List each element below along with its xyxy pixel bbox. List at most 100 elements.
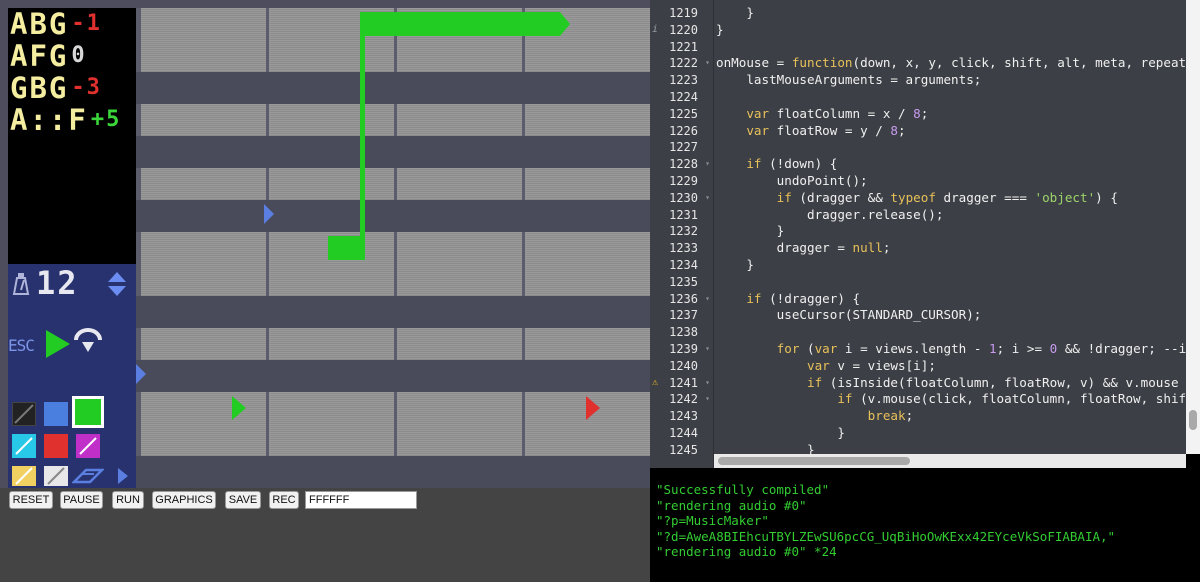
pencil-icon[interactable]: [44, 466, 68, 486]
code-line[interactable]: dragger.release();: [716, 207, 943, 224]
save-button[interactable]: SAVE: [225, 491, 261, 509]
code-line[interactable]: }: [716, 425, 845, 442]
grid-cell[interactable]: [269, 168, 394, 200]
code-line[interactable]: if (!dragger) {: [716, 291, 860, 308]
grid-cell[interactable]: [269, 392, 394, 456]
code-line[interactable]: if (dragger && typeof dragger === 'objec…: [716, 190, 1118, 207]
palette-swatch-magenta[interactable]: [76, 434, 100, 458]
loop-play-icon[interactable]: [72, 328, 104, 356]
line-number: 1241 ▾ ⚠: [652, 375, 710, 392]
grid-cell[interactable]: [397, 104, 522, 136]
line-number: 1238: [669, 325, 698, 340]
code-line[interactable]: dragger = null;: [716, 240, 891, 257]
sidebar: ABG -1 AFG 0 GBG -3 A::F +5 12 ESC: [8, 7, 136, 488]
code-line[interactable]: undoPoint();: [716, 173, 868, 190]
play-icon[interactable]: [46, 330, 70, 358]
line-number: 1222 ▾: [669, 55, 710, 72]
blue-marker-arrow[interactable]: [264, 204, 274, 224]
vertical-scrollbar[interactable]: [1186, 0, 1200, 454]
grid-cell[interactable]: [141, 104, 266, 136]
grid-cell[interactable]: [141, 8, 266, 72]
code-line[interactable]: var v = views[i];: [716, 358, 936, 375]
code-line[interactable]: }: [716, 5, 754, 22]
grid-cell[interactable]: [269, 328, 394, 360]
code-line[interactable]: }: [716, 223, 785, 240]
eraser-icon[interactable]: [70, 466, 106, 486]
code-line[interactable]: }: [716, 257, 754, 274]
up-down-stepper-icon[interactable]: [106, 270, 128, 298]
fold-arrow-icon[interactable]: ▾: [705, 341, 710, 358]
score-delta: -1: [71, 11, 102, 36]
grid-cell[interactable]: [397, 232, 522, 296]
palette-swatch-blue[interactable]: [44, 402, 68, 426]
horizontal-scrollbar[interactable]: [714, 454, 1186, 468]
track-separator: [136, 456, 650, 488]
graphics-button[interactable]: GRAPHICS: [152, 491, 216, 509]
grid-cell[interactable]: [525, 232, 650, 296]
grid-cell[interactable]: [397, 328, 522, 360]
code-line[interactable]: var floatColumn = x / 8;: [716, 106, 928, 123]
palette-swatch-black[interactable]: [12, 402, 36, 426]
grid-cell[interactable]: [525, 168, 650, 200]
scrollbar-corner: [1186, 454, 1200, 468]
fold-arrow-icon[interactable]: ▾: [705, 156, 710, 173]
grid-cell[interactable]: [141, 392, 266, 456]
fold-arrow-icon[interactable]: ▾: [705, 391, 710, 408]
console-line: "rendering audio #0": [656, 497, 807, 513]
fold-arrow-icon[interactable]: ▾: [705, 375, 710, 392]
score-delta: +5: [90, 107, 122, 132]
fold-arrow-icon[interactable]: ▾: [705, 291, 710, 308]
rec-button[interactable]: REC: [269, 491, 299, 509]
pause-button[interactable]: PAUSE: [60, 491, 103, 509]
code-editor[interactable]: 1219 1220 i 1221 1222 ▾ 1223 1224 1225 1226 1227 12…: [650, 0, 1200, 468]
line-number: 1229: [669, 174, 698, 188]
grid-cell[interactable]: [269, 104, 394, 136]
horizontal-scroll-thumb[interactable]: [718, 457, 910, 465]
code-line[interactable]: if (!down) {: [716, 156, 837, 173]
code-line[interactable]: }: [716, 22, 724, 39]
grid-cell[interactable]: [525, 328, 650, 360]
code-line[interactable]: onMouse = function(down, x, y, click, sh…: [716, 55, 1200, 72]
esc-label[interactable]: ESC: [8, 336, 35, 355]
code-line[interactable]: useCursor(STANDARD_CURSOR);: [716, 307, 982, 324]
code-line[interactable]: for (var i = views.length - 1; i >= 0 &&…: [716, 341, 1200, 358]
reset-button[interactable]: RESET: [9, 491, 53, 509]
line-number: 1231: [669, 207, 698, 222]
green-note-bar[interactable]: [360, 12, 560, 36]
info-marker-icon[interactable]: i: [652, 22, 658, 39]
line-number: 1224: [669, 90, 698, 104]
code-line[interactable]: if (v.mouse(click, floatColumn, floatRow…: [716, 391, 1200, 408]
grid-cell[interactable]: [141, 232, 266, 296]
line-number: 1240: [669, 358, 698, 373]
console-output: "Successfully compiled" "rendering audio…: [650, 468, 1200, 582]
code-line[interactable]: var floatRow = y / 8;: [716, 123, 905, 140]
warning-marker-icon[interactable]: ⚠: [652, 375, 658, 392]
code-line[interactable]: if (isInside(floatColumn, floatRow, v) &…: [716, 375, 1200, 392]
green-note-block[interactable]: [328, 236, 364, 260]
grid-cell[interactable]: [397, 392, 522, 456]
code-line[interactable]: break;: [716, 408, 914, 425]
palette-swatch-green-selected[interactable]: [72, 396, 104, 428]
game-canvas[interactable]: ABG -1 AFG 0 GBG -3 A::F +5 12 ESC: [0, 0, 650, 488]
red-cursor-marker[interactable]: [586, 396, 600, 420]
palette-swatch-cyan[interactable]: [12, 434, 36, 458]
grid-cell[interactable]: [141, 328, 266, 360]
console-line: "?d=AweA8BIEhcuTBYLZEwSU6pcCG_UqBiHoOwKE…: [656, 528, 1116, 544]
fold-arrow-icon[interactable]: ▾: [705, 190, 710, 207]
palette-swatch-red[interactable]: [44, 434, 68, 458]
app-root: ABG -1 AFG 0 GBG -3 A::F +5 12 ESC 1219 …: [0, 0, 1200, 582]
blue-marker-arrow[interactable]: [136, 364, 146, 384]
code-line[interactable]: lastMouseArguments = arguments;: [716, 72, 981, 89]
line-number: 1234: [669, 258, 698, 272]
run-button[interactable]: RUN: [112, 491, 144, 509]
track-separator: [136, 72, 650, 104]
palette-swatch-yellow[interactable]: [12, 466, 36, 486]
vertical-scroll-thumb[interactable]: [1189, 410, 1197, 430]
fold-arrow-icon[interactable]: ▾: [705, 55, 710, 72]
grid-cell[interactable]: [525, 104, 650, 136]
grid-cell[interactable]: [397, 168, 522, 200]
green-play-marker[interactable]: [232, 396, 246, 420]
grid-cell[interactable]: [141, 168, 266, 200]
scroll-right-icon[interactable]: [118, 468, 128, 484]
color-hex-field[interactable]: FFFFFF: [305, 491, 417, 509]
